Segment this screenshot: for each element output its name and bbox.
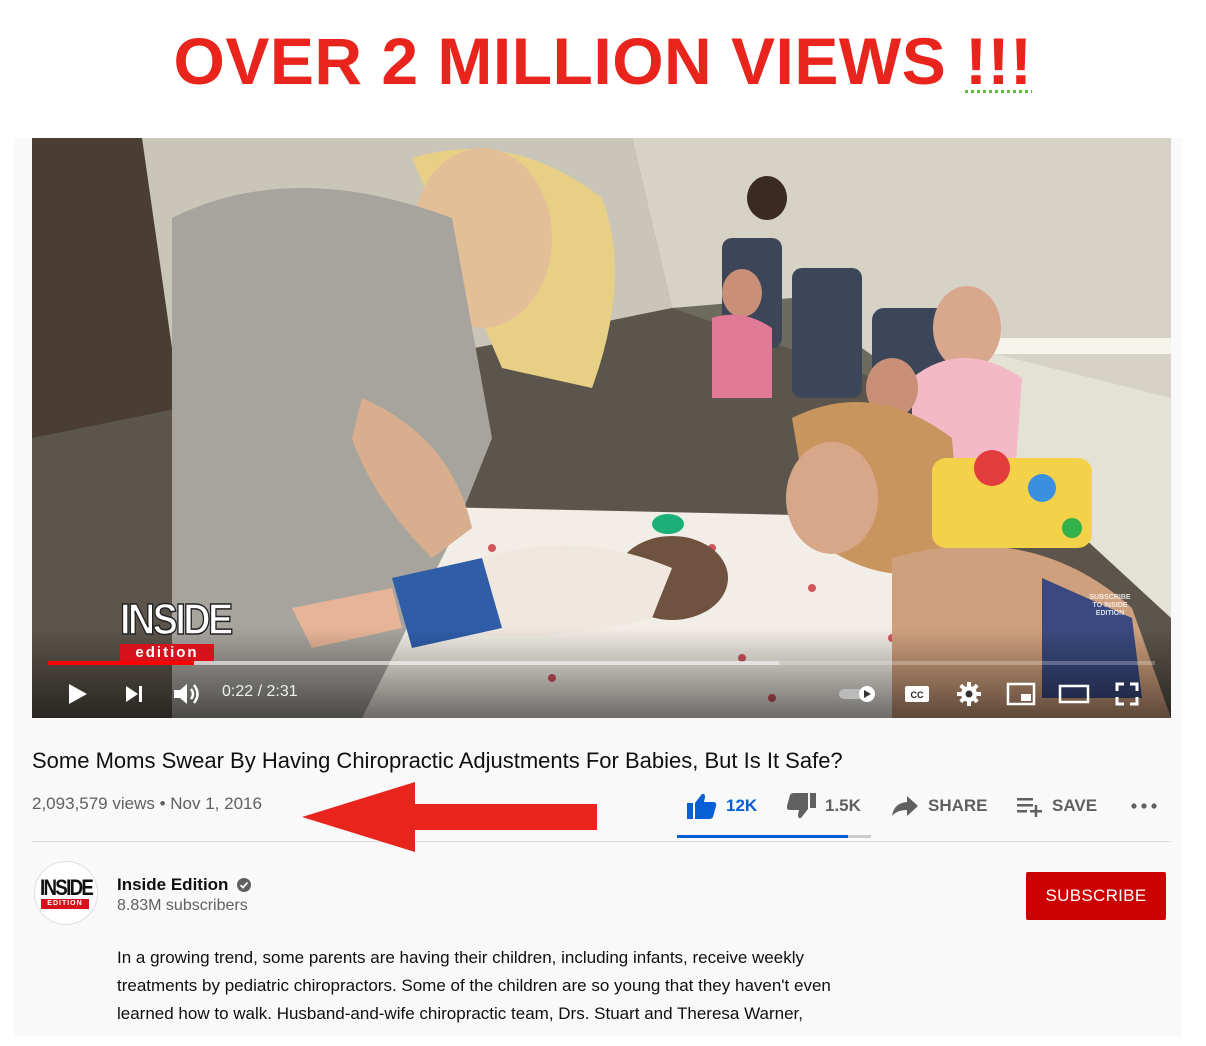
fullscreen-icon — [1115, 682, 1139, 706]
inside-edition-watermark: INSIDE edition — [119, 595, 234, 666]
playlist-add-icon — [1016, 795, 1044, 817]
thumbs-down-icon — [787, 792, 817, 820]
share-icon — [890, 794, 920, 818]
next-icon — [126, 686, 142, 702]
autoplay-toggle[interactable] — [836, 678, 880, 710]
save-label: SAVE — [1052, 796, 1098, 815]
subscribe-watermark[interactable]: SUBSCRIBE TO INSIDE EDITION — [1085, 594, 1135, 618]
description-line: treatments by pediatric chiropractors. S… — [117, 976, 831, 995]
like-button[interactable]: 12K — [686, 790, 757, 822]
red-arrow-annotation — [302, 782, 597, 852]
theater-mode-button[interactable] — [1056, 678, 1092, 710]
dislike-count: 1.5K — [825, 796, 861, 815]
play-button[interactable] — [62, 678, 94, 710]
like-count: 12K — [726, 796, 758, 815]
save-button[interactable]: SAVE — [1016, 790, 1097, 822]
video-description: In a growing trend, some parents are hav… — [117, 944, 937, 1028]
progress-played — [48, 661, 195, 665]
svg-text:CC: CC — [911, 690, 924, 700]
sentiment-likes — [677, 835, 848, 838]
watermark-logo-word: INSIDE — [119, 595, 234, 644]
channel-name[interactable]: Inside Edition — [117, 875, 228, 895]
share-label: SHARE — [928, 796, 988, 815]
headline-text: OVER 2 MILLION VIEWS — [173, 24, 947, 98]
subscriber-count: 8.83M subscribers — [117, 897, 248, 914]
miniplayer-button[interactable] — [1004, 678, 1038, 710]
captions-icon: CC — [905, 686, 929, 702]
progress-bar[interactable] — [48, 661, 1155, 665]
description-line: In a growing trend, some parents are hav… — [117, 948, 804, 967]
fullscreen-button[interactable] — [1110, 678, 1144, 710]
play-icon — [69, 684, 87, 704]
view-count-and-date: 2,093,579 views • Nov 1, 2016 — [32, 794, 262, 813]
avatar-logo-sub: EDITION — [41, 899, 89, 909]
avatar-logo-word: INSIDE — [40, 875, 94, 900]
autoplay-icon — [839, 686, 875, 702]
video-title: Some Moms Swear By Having Chiropractic A… — [32, 748, 843, 773]
volume-button[interactable] — [170, 678, 204, 710]
thumbs-up-icon — [686, 792, 718, 820]
settings-button[interactable] — [952, 678, 986, 710]
miniplayer-icon — [1006, 682, 1036, 706]
divider — [32, 841, 1171, 842]
more-actions-button[interactable] — [1130, 790, 1158, 822]
subscribe-button[interactable]: SUBSCRIBE — [1026, 872, 1166, 920]
next-button[interactable] — [118, 678, 150, 710]
description-line: learned how to walk. Husband-and-wife ch… — [117, 1004, 803, 1023]
video-player[interactable]: INSIDE edition SUBSCRIBE TO INSIDE EDITI… — [32, 138, 1171, 718]
channel-avatar[interactable]: INSIDE EDITION — [34, 861, 98, 925]
theater-icon — [1058, 684, 1090, 704]
watermark-logo-sub: edition — [120, 644, 214, 661]
time-display: 0:22 / 2:31 — [222, 683, 298, 700]
gear-icon — [957, 682, 981, 706]
verified-check-icon — [237, 878, 252, 892]
volume-icon — [174, 684, 199, 704]
share-button[interactable]: SHARE — [890, 790, 988, 822]
headline-bangs: !!! — [965, 24, 1033, 98]
channel-name-row[interactable]: Inside Edition — [117, 875, 252, 895]
sentiment-bar — [677, 835, 871, 838]
more-horizontal-icon — [1131, 803, 1157, 809]
youtube-page: INSIDE edition SUBSCRIBE TO INSIDE EDITI… — [14, 138, 1182, 1036]
headline-banner: OVER 2 MILLION VIEWS !!! — [0, 22, 1206, 100]
captions-button[interactable]: CC — [900, 678, 934, 710]
dislike-button[interactable]: 1.5K — [787, 790, 861, 822]
